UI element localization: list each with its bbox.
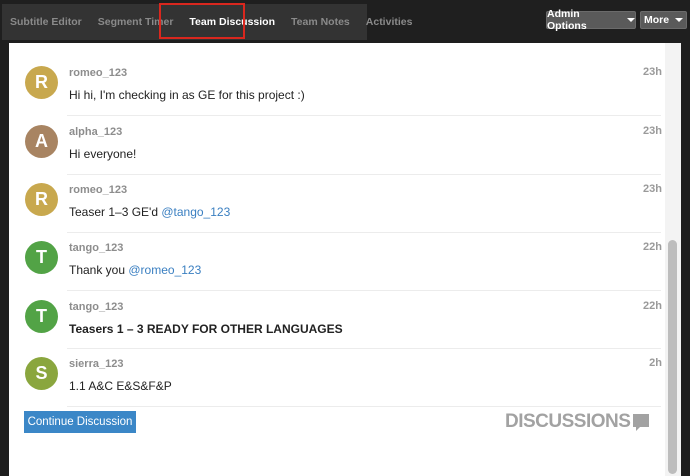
tab-subtitle-editor[interactable]: Subtitle Editor [2,4,90,40]
message-username[interactable]: alpha_123 [69,126,122,138]
chevron-down-icon [675,18,684,22]
more-label: More [643,14,670,26]
message-username[interactable]: romeo_123 [69,67,127,79]
discussion-message: S sierra_123 2h 1.1 A&C E&S&F&P [9,351,662,409]
mention-link[interactable]: @tango_123 [161,205,230,219]
avatar[interactable]: A [25,125,58,158]
more-button[interactable]: More [640,11,687,29]
message-time: 23h [643,183,662,195]
message-text: Hi everyone! [69,147,137,161]
message-time: 23h [643,125,662,137]
avatar[interactable]: R [25,183,58,216]
message-username[interactable]: romeo_123 [69,184,127,196]
message-time: 22h [643,241,662,253]
discussion-panel: R romeo_123 23h Hi hi, I'm checking in a… [9,43,681,476]
divider [67,348,661,349]
avatar[interactable]: T [25,300,58,333]
divider [67,290,661,291]
avatar[interactable]: R [25,66,58,99]
discussion-message: A alpha_123 23h Hi everyone! [9,119,662,177]
continue-discussion-button[interactable]: Continue Discussion [24,411,136,433]
avatar[interactable]: T [25,241,58,274]
message-username[interactable]: sierra_123 [69,358,123,370]
message-time: 22h [643,300,662,312]
admin-options-button[interactable]: Admin Options [546,8,636,32]
tab-bar: Subtitle Editor Segment Timer Team Discu… [2,4,412,40]
message-username[interactable]: tango_123 [69,242,123,254]
divider [67,174,661,175]
discussion-message: R romeo_123 23h Hi hi, I'm checking in a… [9,60,662,118]
admin-options-label: Admin Options [547,8,587,32]
avatar[interactable]: S [25,357,58,390]
speech-bubble-icon [633,414,650,431]
divider [67,232,661,233]
mention-link[interactable]: @romeo_123 [128,263,201,277]
discussion-message: R romeo_123 23h Teaser 1–3 GE'd @tango_1… [9,177,662,235]
tab-team-notes[interactable]: Team Notes [283,4,358,40]
message-text: 1.1 A&C E&S&F&P [69,379,172,393]
top-bar: Subtitle Editor Segment Timer Team Discu… [0,0,690,40]
discussions-logo-text: DISCUSSIONS [505,411,631,432]
discussion-message: T tango_123 22h Thank you @romeo_123 [9,235,662,293]
message-time: 2h [649,357,662,369]
divider [67,115,661,116]
discussions-logo: DISCUSSIONS [505,411,650,433]
message-text: Hi hi, I'm checking in as GE for this pr… [69,88,305,102]
message-text: Thank you @romeo_123 [69,263,202,277]
panel-header-gap [9,43,664,61]
tab-segment-timer[interactable]: Segment Timer [90,4,182,40]
message-username[interactable]: tango_123 [69,301,123,313]
tab-team-discussion[interactable]: Team Discussion [181,4,283,40]
tab-activities[interactable]: Activities [358,4,421,40]
divider [67,406,661,407]
chevron-down-icon [627,18,635,22]
message-time: 23h [643,66,662,78]
scrollbar-thumb[interactable] [668,240,677,474]
message-text: Teaser 1–3 GE'd @tango_123 [69,205,231,219]
message-text: Teasers 1 – 3 READY FOR OTHER LANGUAGES [69,322,343,336]
discussion-message: T tango_123 22h Teasers 1 – 3 READY FOR … [9,294,662,352]
